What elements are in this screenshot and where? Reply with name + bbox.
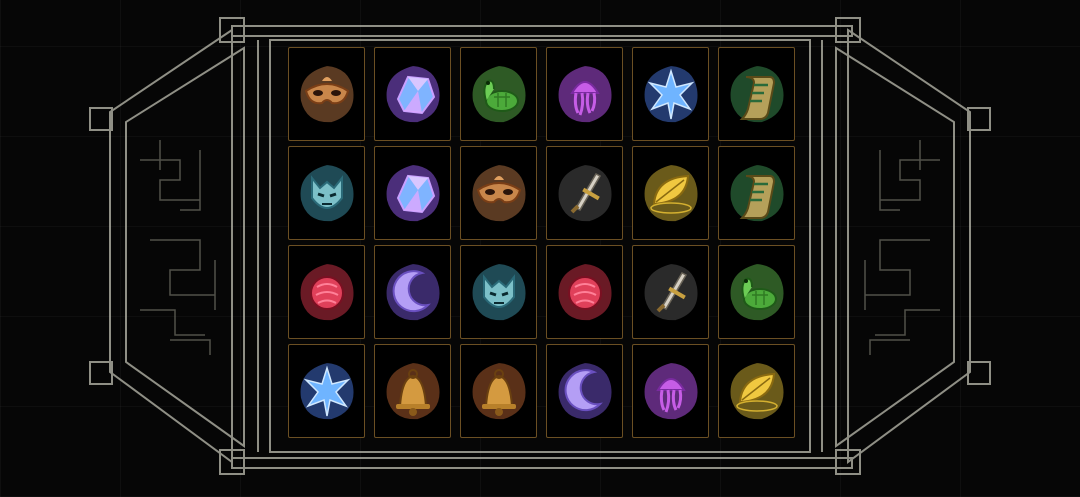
dagger-icon	[556, 162, 614, 224]
board-tile[interactable]	[632, 245, 709, 339]
dagger-icon	[642, 261, 700, 323]
board-tile[interactable]	[460, 245, 537, 339]
rose-icon	[298, 261, 356, 323]
board-tile[interactable]	[288, 47, 365, 141]
board-tile[interactable]	[632, 47, 709, 141]
board-tile[interactable]	[718, 146, 795, 240]
match-board	[288, 47, 795, 438]
moon-icon	[384, 261, 442, 323]
board-tile[interactable]	[460, 344, 537, 438]
board-tile[interactable]	[632, 146, 709, 240]
board-tile[interactable]	[632, 344, 709, 438]
board-tile[interactable]	[460, 47, 537, 141]
jellyfish-icon	[642, 360, 700, 422]
crystal-icon	[384, 162, 442, 224]
board-tile[interactable]	[374, 344, 451, 438]
board-tile[interactable]	[288, 245, 365, 339]
leaf-icon	[642, 162, 700, 224]
turtle-icon	[728, 261, 786, 323]
board-tile[interactable]	[288, 146, 365, 240]
mask-icon	[298, 63, 356, 125]
board-tile[interactable]	[546, 245, 623, 339]
scroll-icon	[728, 162, 786, 224]
jellyfish-icon	[556, 63, 614, 125]
board-tile[interactable]	[546, 146, 623, 240]
leaf-icon	[728, 360, 786, 422]
board-tile[interactable]	[546, 344, 623, 438]
board-tile[interactable]	[460, 146, 537, 240]
bell-icon	[470, 360, 528, 422]
demon-mask-icon	[298, 162, 356, 224]
star-icon	[642, 63, 700, 125]
star-icon	[298, 360, 356, 422]
board-tile[interactable]	[288, 344, 365, 438]
bell-icon	[384, 360, 442, 422]
board-tile[interactable]	[374, 146, 451, 240]
turtle-icon	[470, 63, 528, 125]
board-tile[interactable]	[546, 47, 623, 141]
rose-icon	[556, 261, 614, 323]
moon-icon	[556, 360, 614, 422]
demon-mask-icon	[470, 261, 528, 323]
board-tile[interactable]	[718, 344, 795, 438]
crystal-icon	[384, 63, 442, 125]
board-tile[interactable]	[718, 245, 795, 339]
scroll-icon	[728, 63, 786, 125]
board-tile[interactable]	[718, 47, 795, 141]
board-tile[interactable]	[374, 47, 451, 141]
mask-icon	[470, 162, 528, 224]
board-tile[interactable]	[374, 245, 451, 339]
